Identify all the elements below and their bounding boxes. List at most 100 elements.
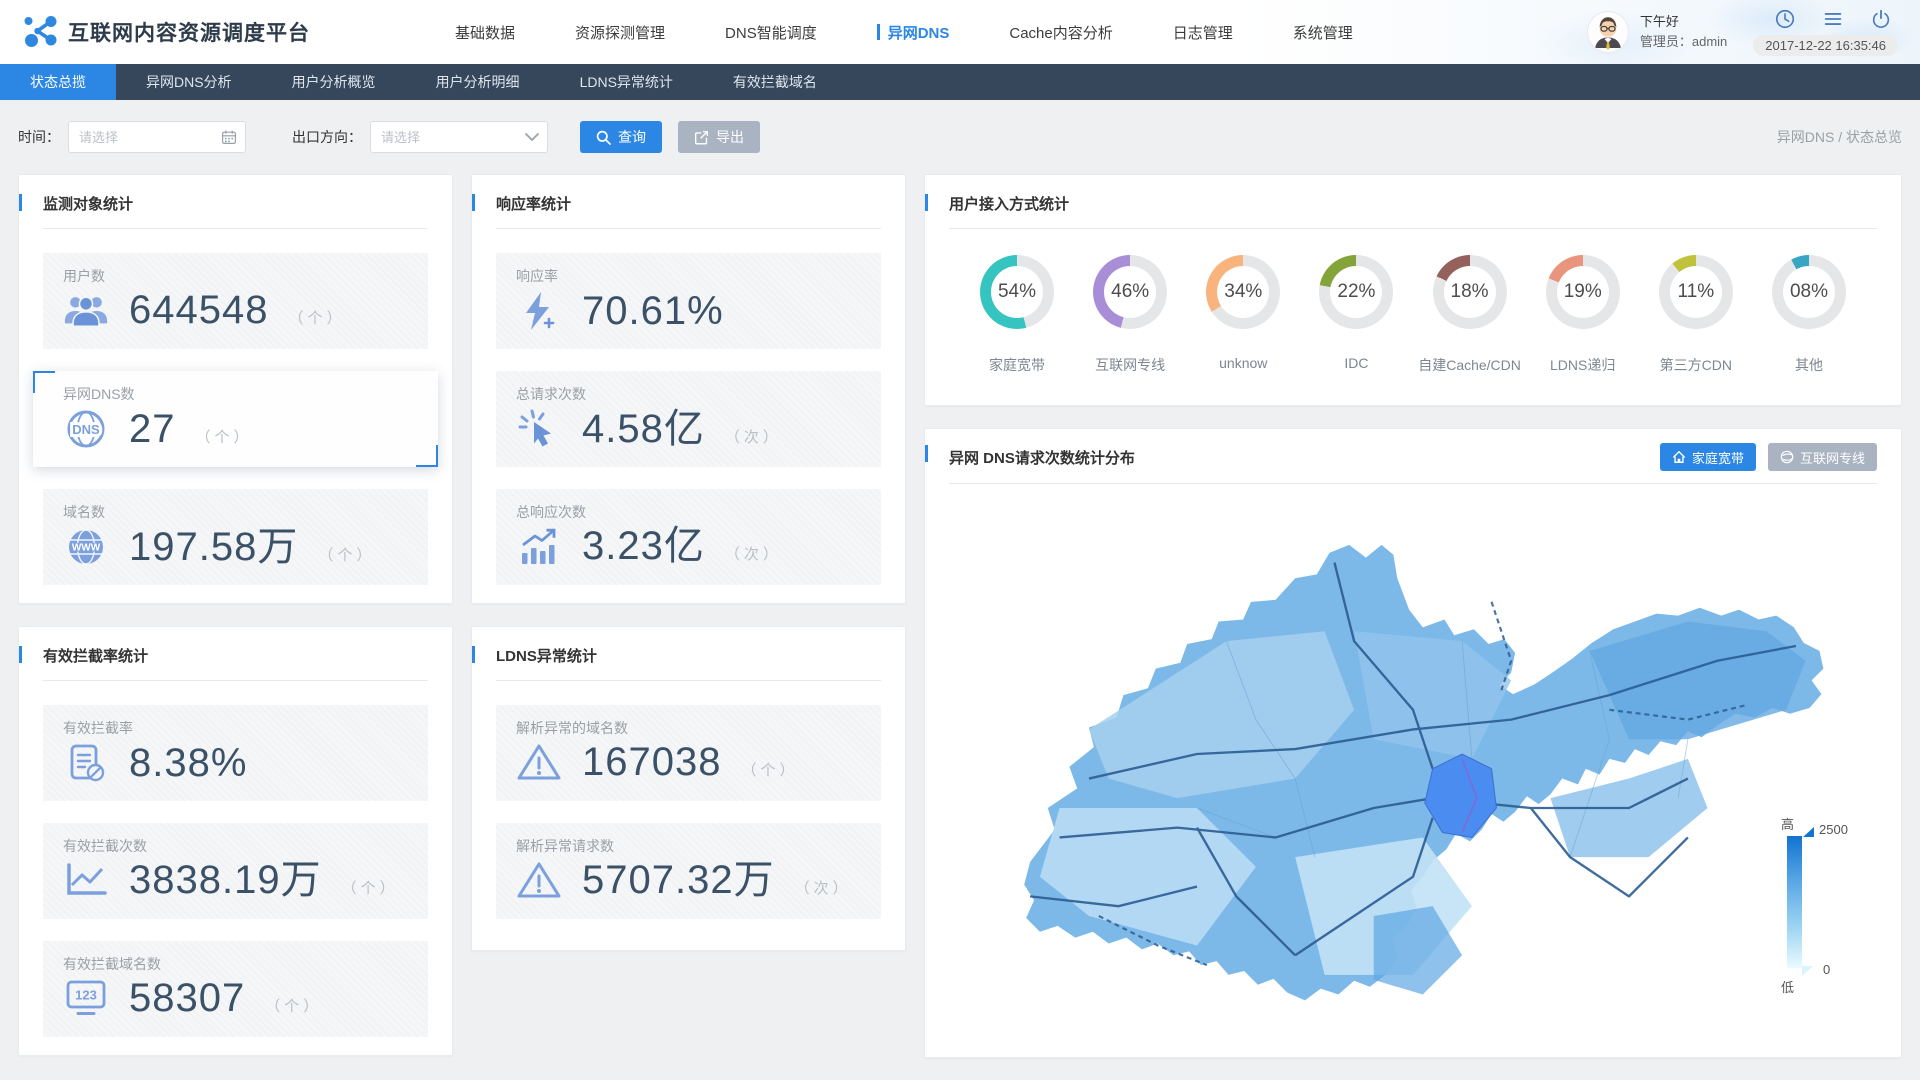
chevron-down-icon[interactable]: [525, 133, 539, 142]
click-icon: [516, 408, 562, 450]
donut-idc: 22% IDC: [1304, 255, 1408, 375]
time-label: 时间：: [18, 129, 60, 145]
donut-row: 54% 家庭宽带 46% 互联网专线 34% unknow 22% IDC 18…: [925, 229, 1901, 375]
card-access-methods: 用户接入方式统计 54% 家庭宽带 46% 互联网专线 34% unknow 2…: [924, 174, 1902, 406]
line-chart-icon: [63, 861, 109, 899]
legend-high-label: 高: [1781, 817, 1795, 832]
home-icon: [1672, 450, 1686, 464]
legend-max-value: 2500: [1819, 822, 1848, 837]
nav-item-dns-scheduling[interactable]: DNS智能调度: [695, 0, 847, 64]
donut-thirdparty-cdn: 11% 第三方CDN: [1644, 255, 1748, 375]
clock-icon[interactable]: [1774, 8, 1796, 30]
users-icon: [63, 292, 109, 328]
warning-icon: [516, 860, 562, 900]
admin-label: 管理员：admin: [1639, 34, 1728, 49]
nav-item-resource-probe[interactable]: 资源探测管理: [545, 0, 695, 64]
svg-text:123: 123: [75, 988, 97, 1003]
stat-tile-users: 用户数 644548 （个）: [43, 253, 428, 349]
stat-tile-domains: 域名数 WWW 197.58万 （个）: [43, 489, 428, 585]
card-title: 监测对象统计: [43, 196, 134, 213]
tab-user-overview[interactable]: 用户分析概览: [262, 64, 406, 100]
tab-intercept-domains[interactable]: 有效拦截域名: [703, 64, 847, 100]
direction-select[interactable]: [370, 121, 548, 153]
stat-tile-abnormal-requests: 解析异常请求数 5707.32万 （次）: [496, 823, 881, 919]
greeting-block: 下午好 管理员：admin: [1640, 12, 1727, 52]
legend-min-marker: [1802, 966, 1813, 976]
tab-status-overview[interactable]: 状态总揽: [0, 64, 116, 100]
stat-tile-dns-count[interactable]: 异网DNS数 DNS 27 （个）: [33, 371, 438, 467]
nav-item-log-management[interactable]: 日志管理: [1143, 0, 1263, 64]
ring-chart: 34%: [1206, 255, 1281, 329]
avatar[interactable]: [1587, 12, 1628, 52]
nav-item-system-management[interactable]: 系统管理: [1263, 0, 1383, 64]
search-icon: [596, 130, 611, 145]
lightning-icon: [516, 290, 562, 332]
legend-min-value: 0: [1823, 962, 1831, 977]
ring-chart: 19%: [1545, 255, 1620, 329]
card-dns-distribution-map: 异网 DNS请求次数统计分布 家庭宽带 互联网专线 高 2500 0 低: [924, 428, 1902, 1058]
nav-item-cache-analysis[interactable]: Cache内容分析: [979, 0, 1142, 64]
browser-e-icon: [1780, 450, 1794, 464]
card-title: 异网 DNS请求次数统计分布: [949, 449, 1135, 467]
power-icon[interactable]: [1870, 8, 1892, 30]
donut-internet-line: 46% 互联网专线: [1078, 255, 1182, 375]
tab-dns-analysis[interactable]: 异网DNS分析: [116, 64, 262, 100]
card-monitor-objects: 监测对象统计 用户数 644548 （个） 异网DNS数 DNS 27 （个） …: [18, 174, 453, 604]
donut-other: 08% 其他: [1757, 255, 1861, 375]
stat-tile-intercept-rate: 有效拦截率 8.38%: [43, 705, 428, 801]
card-title: LDNS异常统计: [496, 648, 597, 665]
ring-chart: 18%: [1432, 255, 1507, 329]
svg-text:DNS: DNS: [72, 422, 100, 437]
map-legend: 高 2500 0 低: [1781, 814, 1867, 996]
stat-tile-intercept-count: 有效拦截次数 3838.19万 （个）: [43, 823, 428, 919]
nav-item-basic-data[interactable]: 基础数据: [425, 0, 545, 64]
user-area: 下午好 管理员：admin 2017-12-22 16:35:46: [1587, 8, 1898, 56]
app-logo-icon: [22, 14, 58, 50]
warning-icon: [516, 742, 562, 782]
stat-tile-total-requests: 总请求次数 4.58亿 （次）: [496, 371, 881, 467]
ring-chart: 22%: [1319, 255, 1394, 329]
chart-rise-icon: [516, 526, 562, 566]
svg-text:WWW: WWW: [72, 543, 101, 554]
map-toggle-home-broadband[interactable]: 家庭宽带: [1659, 443, 1756, 471]
map-toggle-internet-line[interactable]: 互联网专线: [1767, 443, 1877, 471]
logo-area[interactable]: 互联网内容资源调度平台: [22, 14, 310, 50]
query-button[interactable]: 查询: [580, 121, 662, 153]
shandong-map-svg: [1024, 544, 1824, 1001]
legend-low-label: 低: [1781, 980, 1795, 995]
donut-ldns-recursive: 19% LDNS递归: [1531, 255, 1635, 375]
datetime-display: 2017-12-22 16:35:46: [1753, 35, 1898, 56]
time-input[interactable]: [68, 121, 246, 153]
export-button[interactable]: 导出: [678, 121, 760, 153]
tab-user-detail[interactable]: 用户分析明细: [406, 64, 550, 100]
donut-self-cache-cdn: 18% 自建Cache/CDN: [1418, 255, 1522, 375]
stat-tile-abnormal-domains: 解析异常的域名数 167038 （个）: [496, 705, 881, 801]
app-header: 互联网内容资源调度平台 基础数据 资源探测管理 DNS智能调度 异网DNS Ca…: [0, 0, 1920, 64]
card-title: 响应率统计: [496, 196, 572, 213]
card-intercept-stats: 有效拦截率统计 有效拦截率 8.38% 有效拦截次数 3838.19万 （个） …: [18, 626, 453, 1056]
stat-tile-total-responses: 总响应次数 3.23亿 （次）: [496, 489, 881, 585]
card-ldns-abnormal: LDNS异常统计 解析异常的域名数 167038 （个） 解析异常请求数 570…: [471, 626, 906, 951]
donut-unknow: 34% unknow: [1191, 255, 1295, 375]
ring-chart: 54%: [980, 255, 1054, 329]
dns-globe-icon: DNS: [63, 408, 109, 450]
monitor-123-icon: 123: [63, 978, 109, 1018]
doc-block-icon: [63, 742, 109, 784]
nav-item-other-network-dns[interactable]: 异网DNS: [847, 0, 980, 64]
filter-bar: 时间： 出口方向： 查询 导出 异网DNS / 状态总览: [0, 100, 1920, 174]
ring-chart: 08%: [1771, 255, 1846, 329]
card-title: 用户接入方式统计: [949, 196, 1070, 213]
card-response-stats: 响应率统计 响应率 70.61% 总请求次数 4.58亿 （次） 总响应次数 3…: [471, 174, 906, 604]
main-content: 监测对象统计 用户数 644548 （个） 异网DNS数 DNS 27 （个） …: [0, 174, 1920, 1058]
stat-tile-response-rate: 响应率 70.61%: [496, 253, 881, 349]
app-title: 互联网内容资源调度平台: [68, 22, 310, 45]
choropleth-map[interactable]: 高 2500 0 低: [925, 484, 1901, 1032]
menu-list-icon[interactable]: [1822, 8, 1844, 30]
ring-chart: 11%: [1658, 255, 1733, 329]
www-globe-icon: WWW: [63, 526, 109, 568]
tab-ldns-abnormal[interactable]: LDNS异常统计: [550, 64, 703, 100]
card-title: 有效拦截率统计: [43, 648, 149, 665]
breadcrumb: 异网DNS / 状态总览: [1776, 129, 1902, 145]
calendar-icon[interactable]: [221, 129, 237, 145]
export-icon: [694, 130, 709, 145]
